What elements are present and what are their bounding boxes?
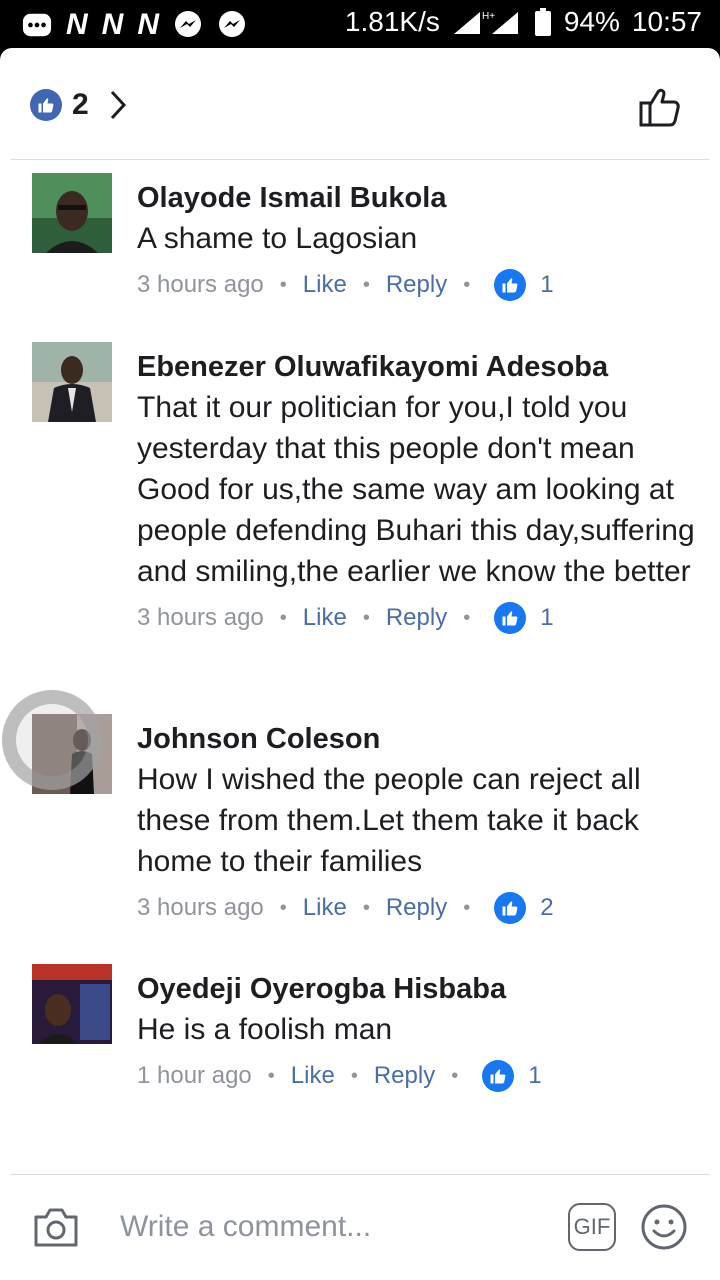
emoji-button[interactable] [640, 1203, 688, 1251]
commenter-name[interactable]: Oyedeji Oyerogba Hisbaba [137, 969, 697, 1009]
battery-level: 94% [563, 6, 620, 37]
reaction-summary-button[interactable]: 2 [30, 88, 127, 122]
comment-actions: 3 hours ago • Like • Reply • 2 [137, 892, 697, 924]
svg-text:H+: H+ [482, 11, 495, 22]
comment-text: A shame to Lagosian [137, 222, 418, 255]
like-reaction-icon[interactable] [482, 1060, 515, 1092]
messenger-icon [173, 10, 203, 40]
touch-indicator [2, 690, 102, 790]
commenter-name[interactable]: Johnson Coleson [137, 719, 697, 759]
avatar[interactable] [32, 964, 112, 1044]
reply-button[interactable]: Reply [374, 1062, 435, 1090]
reply-button[interactable]: Reply [386, 271, 447, 299]
comment-composer: GIF [0, 1175, 720, 1280]
comment-body: Ebenezer Oluwafikayomi Adesoba That it o… [137, 347, 697, 634]
profile-photo-icon [32, 964, 112, 1044]
avatar[interactable] [32, 342, 112, 422]
comment-text: How I wished the people can reject all t… [137, 763, 641, 878]
battery-icon [534, 7, 552, 37]
camera-button[interactable] [32, 1205, 80, 1249]
notification-n-icon: N [101, 8, 124, 41]
commenter-name[interactable]: Olayode Ismail Bukola [137, 178, 697, 218]
comment-text: That it our politician for you,I told yo… [137, 391, 695, 588]
smiley-icon [641, 1204, 687, 1250]
comment-text: He is a foolish man [137, 1013, 393, 1046]
reaction-count[interactable]: 1 [540, 604, 553, 632]
chevron-right-icon [109, 90, 127, 120]
clock: 10:57 [631, 6, 702, 37]
like-button[interactable]: Like [303, 271, 347, 299]
reply-button[interactable]: Reply [386, 894, 447, 922]
gif-label: GIF [573, 1214, 611, 1239]
reaction-count[interactable]: 1 [528, 1062, 541, 1090]
like-reaction-icon [30, 89, 62, 121]
reaction-count[interactable]: 1 [540, 271, 553, 299]
reaction-count: 2 [72, 88, 89, 121]
avatar[interactable] [32, 173, 112, 253]
like-button[interactable]: Like [303, 604, 347, 632]
comments-sheet: 2 Olayode Ismail Bukola A shame to Lagos… [0, 48, 720, 1280]
like-button[interactable]: Like [303, 894, 347, 922]
reaction-count[interactable]: 2 [540, 894, 553, 922]
like-reaction-icon[interactable] [494, 602, 527, 634]
comment-body: Olayode Ismail Bukola A shame to Lagosia… [137, 178, 697, 301]
comment-time: 3 hours ago [137, 271, 264, 298]
commenter-name[interactable]: Ebenezer Oluwafikayomi Adesoba [137, 347, 697, 387]
comment-body: Oyedeji Oyerogba Hisbaba He is a foolish… [137, 969, 697, 1092]
comment-input[interactable] [120, 1203, 540, 1251]
like-post-button[interactable] [638, 86, 682, 130]
comment-time: 1 hour ago [137, 1062, 252, 1089]
thumbs-up-outline-icon [639, 88, 680, 127]
like-reaction-icon[interactable] [494, 269, 527, 301]
gif-button[interactable]: GIF [568, 1203, 616, 1251]
reactions-header: 2 [0, 48, 720, 160]
more-notifications-icon [22, 10, 52, 40]
messenger-icon [217, 10, 247, 40]
comment-body: Johnson Coleson How I wished the people … [137, 719, 697, 924]
network-speed: 1.81K/s [344, 6, 440, 37]
signal-icon: H+ [452, 7, 522, 37]
profile-photo-icon [32, 342, 112, 422]
divider [10, 159, 710, 160]
comment-actions: 3 hours ago • Like • Reply • 1 [137, 602, 697, 634]
comment-time: 3 hours ago [137, 894, 264, 921]
notification-n-icon: N [137, 8, 160, 41]
comment-time: 3 hours ago [137, 604, 264, 631]
like-button[interactable]: Like [291, 1062, 335, 1090]
like-reaction-icon[interactable] [494, 892, 527, 924]
comment-actions: 1 hour ago • Like • Reply • 1 [137, 1060, 697, 1092]
comment-actions: 3 hours ago • Like • Reply • 1 [137, 269, 697, 301]
notification-n-icon: N [66, 8, 88, 41]
reply-button[interactable]: Reply [386, 604, 447, 632]
camera-icon [34, 1208, 78, 1247]
profile-photo-icon [32, 173, 112, 253]
status-bar: N N N 1.81K/s H+ 94% 10:57 [0, 0, 720, 48]
